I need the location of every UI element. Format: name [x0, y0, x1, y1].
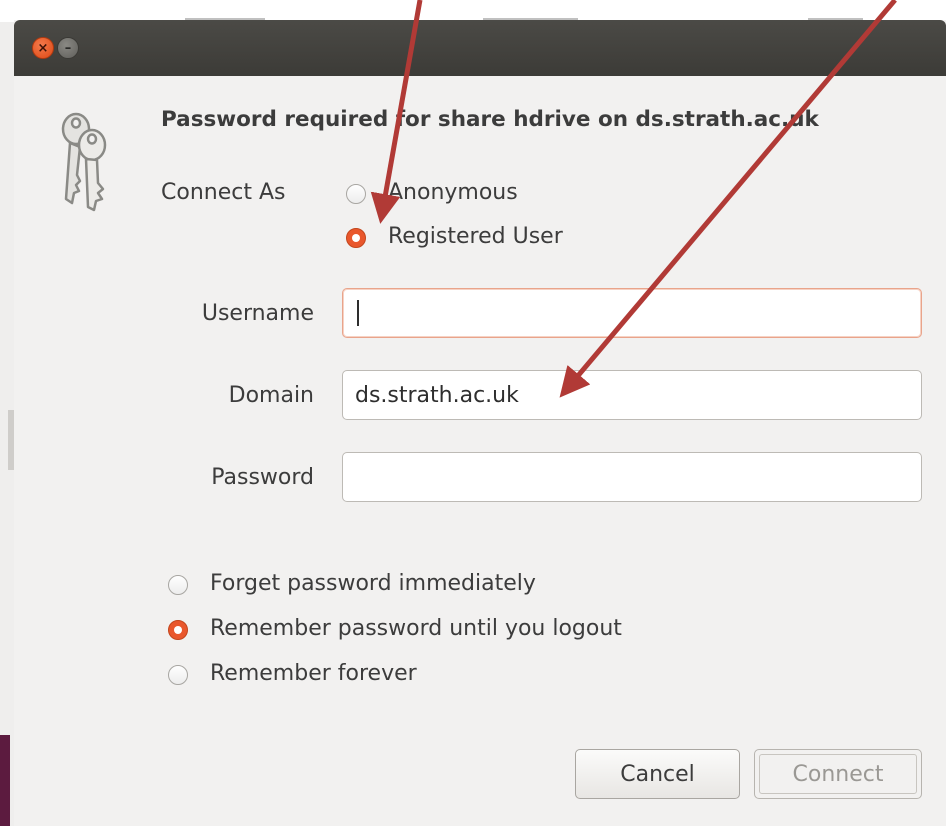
- radio-remember-forever-label[interactable]: Remember forever: [210, 661, 417, 686]
- text-caret: [357, 300, 359, 326]
- connect-button-focus-ring: [759, 754, 917, 794]
- radio-registered-user-label[interactable]: Registered User: [388, 224, 563, 249]
- radio-forget-immediately-label[interactable]: Forget password immediately: [210, 571, 536, 596]
- minimize-icon[interactable]: –: [57, 37, 79, 59]
- close-icon[interactable]: ×: [32, 37, 54, 59]
- domain-field[interactable]: ds.strath.ac.uk: [342, 370, 922, 420]
- background-launcher-edge: [0, 735, 10, 826]
- password-dialog: × – Password required for share hdrive o…: [14, 20, 946, 826]
- password-label: Password: [211, 465, 314, 490]
- radio-remember-forever[interactable]: [168, 665, 188, 685]
- domain-label: Domain: [228, 383, 314, 408]
- radio-anonymous-label[interactable]: Anonymous: [388, 180, 518, 205]
- keys-icon: [61, 112, 107, 212]
- domain-value: ds.strath.ac.uk: [355, 382, 519, 408]
- connect-button[interactable]: Connect: [754, 749, 922, 799]
- background-column-text: [808, 4, 863, 21]
- radio-registered-user[interactable]: [346, 228, 366, 248]
- password-field[interactable]: [342, 452, 922, 502]
- radio-anonymous[interactable]: [346, 184, 366, 204]
- dialog-titlebar: × –: [14, 20, 946, 76]
- radio-remember-until-logout[interactable]: [168, 620, 188, 640]
- username-field[interactable]: [342, 288, 922, 338]
- dialog-heading: Password required for share hdrive on ds…: [161, 107, 819, 132]
- radio-remember-until-logout-label[interactable]: Remember password until you logout: [210, 616, 622, 641]
- cancel-button[interactable]: Cancel: [575, 749, 740, 799]
- background-column-text: [483, 4, 578, 21]
- username-label: Username: [201, 301, 314, 326]
- connect-as-label: Connect As: [161, 180, 286, 205]
- radio-forget-immediately[interactable]: [168, 575, 188, 595]
- background-column-text: [185, 4, 265, 21]
